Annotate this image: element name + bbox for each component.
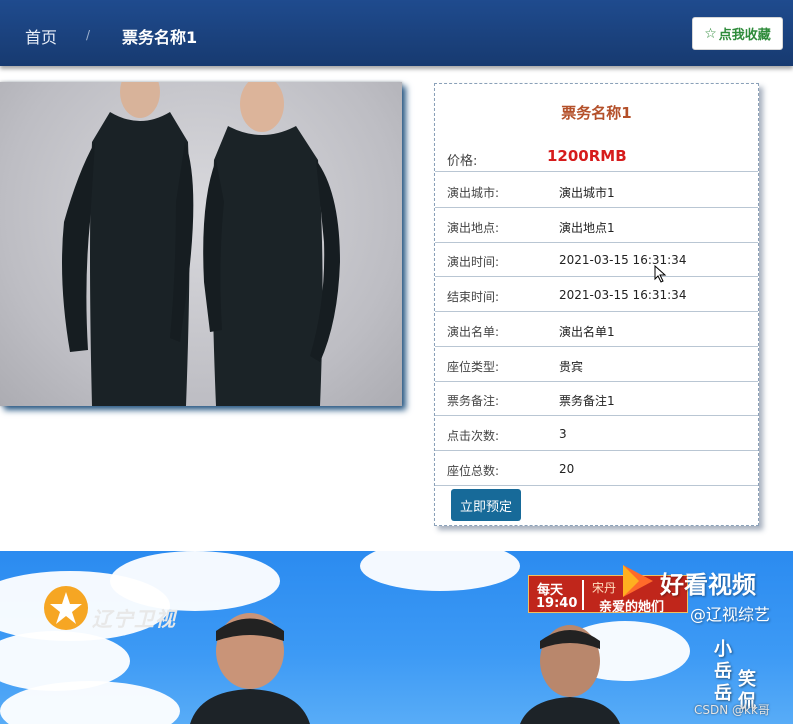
- field-row-seat-type: 座位类型: 贵宾: [435, 347, 758, 382]
- performer-left-image: [190, 613, 310, 724]
- top-nav-bar: 首页 / 票务名称1 ☆ 点我收藏: [0, 0, 793, 66]
- field-row-performers: 演出名单: 演出名单1: [435, 312, 758, 347]
- favorite-button[interactable]: ☆ 点我收藏: [692, 17, 783, 50]
- breadcrumb-current: 票务名称1: [122, 28, 198, 47]
- cloud-shape: [360, 551, 520, 591]
- field-value: 票务备注1: [559, 394, 615, 408]
- star-icon: ☆: [704, 25, 717, 42]
- book-now-button[interactable]: 立即预定: [451, 489, 521, 521]
- field-label: 演出时间:: [447, 255, 500, 269]
- breadcrumb-separator: /: [86, 28, 91, 42]
- field-row-start-time: 演出时间: 2021-03-15 16:31:34: [435, 242, 758, 277]
- platform-name: 好看视频: [660, 571, 756, 599]
- field-row-city: 演出城市: 演出城市1: [435, 173, 758, 208]
- field-label: 演出城市:: [447, 186, 500, 200]
- field-row-seat-total: 座位总数: 20: [435, 451, 758, 486]
- field-value: 演出城市1: [559, 186, 615, 200]
- breadcrumb-home-link[interactable]: 首页: [25, 24, 57, 48]
- price-row: 价格: 1200RMB: [435, 137, 758, 172]
- field-label: 结束时间:: [447, 290, 500, 304]
- field-label: 点击次数:: [447, 429, 500, 443]
- field-label: 演出名单:: [447, 325, 500, 339]
- station-name: 辽宁卫视: [92, 607, 176, 631]
- csdn-watermark: CSDN @kk哥: [694, 703, 770, 717]
- ticket-info-card: 票务名称1 价格: 1200RMB 演出城市: 演出城市1 演出地点: 演出地点…: [434, 83, 759, 526]
- price-value: 1200RMB: [547, 147, 627, 165]
- play-logo-icon: [623, 565, 653, 597]
- field-value: 2021-03-15 16:31:34: [559, 288, 687, 302]
- ticket-title: 票务名称1: [561, 104, 632, 122]
- field-row-click-count: 点击次数: 3: [435, 416, 758, 451]
- mouse-cursor-icon: [654, 265, 667, 283]
- field-value: 演出名单1: [559, 325, 615, 339]
- ticket-photo: [0, 82, 402, 406]
- performers-image: [62, 82, 340, 406]
- field-label: 票务备注:: [447, 394, 500, 408]
- field-value: 演出地点1: [559, 221, 615, 235]
- field-value: 贵宾: [559, 360, 584, 374]
- field-value: 3: [559, 427, 567, 441]
- field-row-remark: 票务备注: 票务备注1: [435, 381, 758, 416]
- field-label: 演出地点:: [447, 221, 500, 235]
- promo-host: 宋丹: [592, 581, 617, 595]
- field-label: 座位类型:: [447, 360, 500, 374]
- price-label: 价格:: [447, 154, 478, 169]
- station-logo-icon: [44, 586, 88, 630]
- field-label: 座位总数:: [447, 464, 500, 478]
- promo-divider: [582, 580, 584, 610]
- channel-handle: @辽视综艺: [690, 605, 771, 624]
- cloud-shape: [110, 551, 280, 611]
- field-value: 20: [559, 462, 575, 476]
- side-caption-1: 小岳岳: [714, 639, 732, 704]
- favorite-button-label: 点我收藏: [718, 28, 771, 43]
- field-row-venue: 演出地点: 演出地点1: [435, 208, 758, 243]
- field-row-end-time: 结束时间: 2021-03-15 16:31:34: [435, 277, 758, 312]
- performer-right-image: [520, 625, 620, 724]
- video-player[interactable]: 辽宁卫视 每天 19:40 宋丹 亲爱的她们 好看视频 @辽视综艺 小岳岳 笑侃…: [0, 551, 793, 724]
- promo-time: 19:40: [536, 596, 578, 611]
